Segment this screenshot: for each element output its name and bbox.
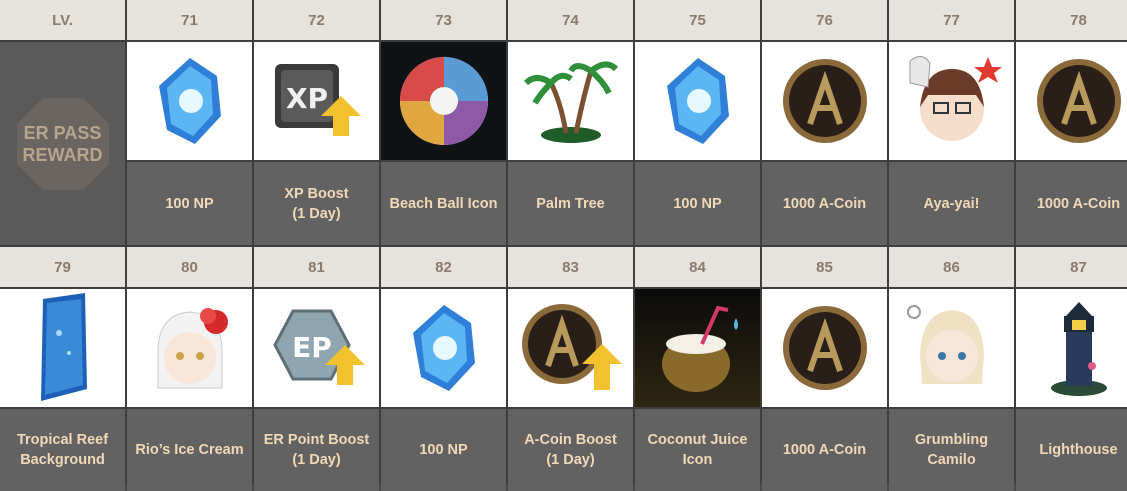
- reward-name: Grumbling Camilo: [889, 409, 1014, 491]
- coconut-juice-icon: [661, 305, 738, 392]
- level-cell: 82: [381, 247, 506, 287]
- a-coin-boost-icon: [521, 304, 622, 390]
- reward-image-cell[interactable]: [762, 289, 887, 407]
- reward-name: Palm Tree: [508, 162, 633, 245]
- beach-ball-icon: [399, 57, 488, 145]
- reward-name: Aya-yai!: [889, 162, 1014, 245]
- svg-text:XP: XP: [285, 82, 327, 115]
- reward-name: Rio’s Ice Cream: [127, 409, 252, 491]
- reward-image-cell[interactable]: [1016, 42, 1127, 160]
- reward-image-cell[interactable]: [381, 289, 506, 407]
- reward-name: Lighthouse: [1016, 409, 1127, 491]
- level-cell: 73: [381, 0, 506, 40]
- level-cell: 74: [508, 0, 633, 40]
- reward-image-cell[interactable]: [889, 289, 1014, 407]
- reward-name: ER Point Boost (1 Day): [254, 409, 379, 491]
- reward-table: LV. 71 72 73 74 75 76 77 78 ER PASS REWA…: [0, 0, 1127, 491]
- er-pass-badge: ER PASS REWARD: [15, 96, 111, 192]
- er-pass-badge-text: ER PASS REWARD: [22, 122, 103, 165]
- reward-name: 100 NP: [635, 162, 760, 245]
- level-cell: 85: [762, 247, 887, 287]
- reward-image-cell[interactable]: [508, 289, 633, 407]
- ep-boost-icon: EP: [272, 309, 365, 385]
- tropical-reef-icon: [40, 293, 87, 401]
- reward-image-cell[interactable]: [635, 289, 760, 407]
- a-coin-icon: [782, 59, 867, 143]
- level-cell: 71: [127, 0, 252, 40]
- level-cell: 79: [0, 247, 125, 287]
- reward-image-cell[interactable]: [381, 42, 506, 160]
- level-cell: 81: [254, 247, 379, 287]
- reward-name: Beach Ball Icon: [381, 162, 506, 245]
- reward-image-cell[interactable]: [127, 289, 252, 407]
- level-header-label: LV.: [0, 0, 125, 40]
- reward-image-cell[interactable]: [508, 42, 633, 160]
- reward-name: 1000 A-Coin: [762, 162, 887, 245]
- np-crystal-icon: [158, 58, 221, 144]
- reward-name: Coconut Juice Icon: [635, 409, 760, 491]
- level-cell: 83: [508, 247, 633, 287]
- svg-text:EP: EP: [292, 331, 332, 364]
- reward-name: A-Coin Boost (1 Day): [508, 409, 633, 491]
- level-cell: 80: [127, 247, 252, 287]
- palm-tree-icon: [523, 61, 618, 143]
- np-crystal-icon: [666, 58, 729, 144]
- level-cell: 76: [762, 0, 887, 40]
- level-cell: 86: [889, 247, 1014, 287]
- level-cell: 78: [1016, 0, 1127, 40]
- reward-name: 1000 A-Coin: [1016, 162, 1127, 245]
- a-coin-icon: [782, 306, 867, 390]
- aya-yai-emote-icon: [909, 56, 1002, 141]
- level-cell: 75: [635, 0, 760, 40]
- reward-name: XP Boost (1 Day): [254, 162, 379, 245]
- reward-image-cell[interactable]: [0, 289, 125, 407]
- reward-image-cell[interactable]: [127, 42, 252, 160]
- xp-boost-icon: XP: [274, 64, 361, 136]
- reward-image-cell[interactable]: [635, 42, 760, 160]
- reward-name: 100 NP: [381, 409, 506, 491]
- rio-ice-cream-emote-icon: [156, 308, 228, 389]
- reward-image-cell[interactable]: [889, 42, 1014, 160]
- lighthouse-icon: [1050, 302, 1107, 396]
- a-coin-icon: [1036, 59, 1121, 143]
- np-crystal-icon: [412, 305, 475, 391]
- reward-image-cell[interactable]: [762, 42, 887, 160]
- reward-name: 100 NP: [127, 162, 252, 245]
- reward-image-cell[interactable]: [1016, 289, 1127, 407]
- level-cell: 84: [635, 247, 760, 287]
- grumbling-camilo-emote-icon: [906, 305, 984, 384]
- reward-name: Tropical Reef Background: [0, 409, 125, 491]
- reward-image-cell[interactable]: XP: [254, 42, 379, 160]
- level-cell: 72: [254, 0, 379, 40]
- reward-image-cell[interactable]: EP: [254, 289, 379, 407]
- reward-name: 1000 A-Coin: [762, 409, 887, 491]
- level-cell: 77: [889, 0, 1014, 40]
- level-cell: 87: [1016, 247, 1127, 287]
- er-pass-reward-panel: ER PASS REWARD: [0, 42, 125, 245]
